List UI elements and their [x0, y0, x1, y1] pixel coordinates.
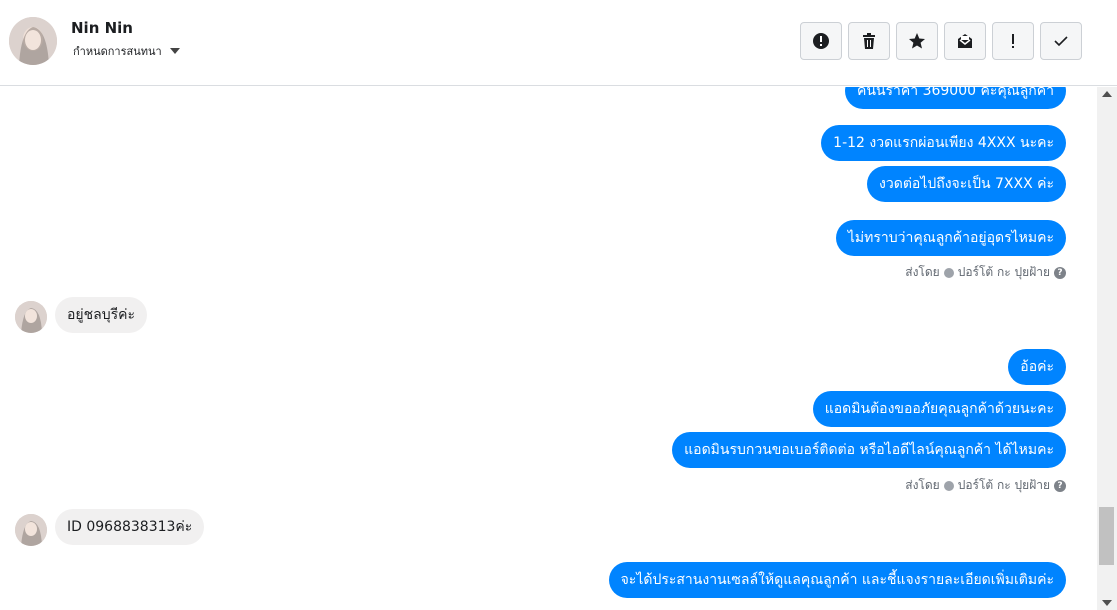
follow-up-button[interactable] — [992, 22, 1034, 60]
star-icon — [909, 33, 925, 49]
conversation-label-dropdown[interactable]: กำหนดการสนทนา — [73, 42, 180, 60]
message-outgoing: 1-12 งวดแรกผ่อนเพียง 4XXX นะคะ — [821, 125, 1066, 161]
message-outgoing: ไม่ทราบว่าคุณลูกค้าอยู่อุดรไหมคะ — [835, 220, 1066, 256]
conversation-label: กำหนดการสนทนา — [73, 45, 162, 58]
help-icon[interactable]: ? — [1054, 479, 1066, 492]
exclamation-icon — [1012, 34, 1014, 48]
sent-by-info: ส่งโดย ปอร์โต้ กะ ปุยฝ้าย ? — [905, 263, 1066, 282]
check-icon — [1054, 36, 1068, 47]
done-button[interactable] — [1040, 22, 1082, 60]
avatar[interactable] — [9, 17, 57, 65]
avatar — [15, 514, 47, 546]
spam-button[interactable] — [800, 22, 842, 60]
sent-by-label: ส่งโดย — [905, 478, 940, 492]
avatar — [15, 301, 47, 333]
mark-unread-button[interactable] — [944, 22, 986, 60]
alert-circle-icon — [813, 33, 829, 49]
message-outgoing: อ้อค่ะ — [1008, 349, 1066, 385]
verified-icon — [943, 267, 954, 278]
trash-icon — [863, 33, 875, 49]
conversation-header: Nin Nin กำหนดการสนทนา — [0, 0, 1117, 86]
message-outgoing: งวดต่อไปถึงจะเป็น 7XXX ค่ะ — [867, 166, 1066, 202]
sender-name: ปอร์โต้ กะ ปุยฝ้าย — [957, 265, 1050, 279]
delete-button[interactable] — [848, 22, 890, 60]
scrollbar[interactable] — [1097, 87, 1117, 610]
scroll-up-arrow-icon[interactable] — [1102, 91, 1112, 97]
unread-mail-icon — [958, 34, 972, 48]
sender-name: ปอร์โต้ กะ ปุยฝ้าย — [957, 478, 1050, 492]
scroll-down-arrow-icon[interactable] — [1102, 600, 1112, 606]
message-incoming: อยู่ชลบุรีค่ะ — [55, 297, 147, 333]
scrollbar-thumb[interactable] — [1099, 507, 1114, 565]
message-outgoing: แอดมินรบกวนขอเบอร์ติดต่อ หรือไอดีไลน์คุณ… — [672, 432, 1066, 468]
help-icon[interactable]: ? — [1054, 266, 1066, 279]
star-button[interactable] — [896, 22, 938, 60]
message-thread[interactable]: คนนี้ราคา 369000 ค่ะคุณลูกค้า 1-12 งวดแร… — [0, 87, 1097, 610]
verified-icon — [943, 480, 954, 491]
contact-name[interactable]: Nin Nin — [71, 19, 133, 37]
message-outgoing: แอดมินต้องขออภัยคุณลูกค้าด้วยนะคะ — [812, 391, 1066, 427]
message-outgoing: จะได้ประสานงานเซลล์ให้ดูแลคุณลูกค้า และช… — [608, 562, 1066, 598]
caret-down-icon — [169, 48, 180, 54]
sent-by-label: ส่งโดย — [905, 265, 940, 279]
message-outgoing: คนนี้ราคา 369000 ค่ะคุณลูกค้า — [845, 87, 1066, 109]
sent-by-info: ส่งโดย ปอร์โต้ กะ ปุยฝ้าย ? — [905, 476, 1066, 495]
message-incoming: ID 0968838313ค่ะ — [55, 509, 205, 545]
